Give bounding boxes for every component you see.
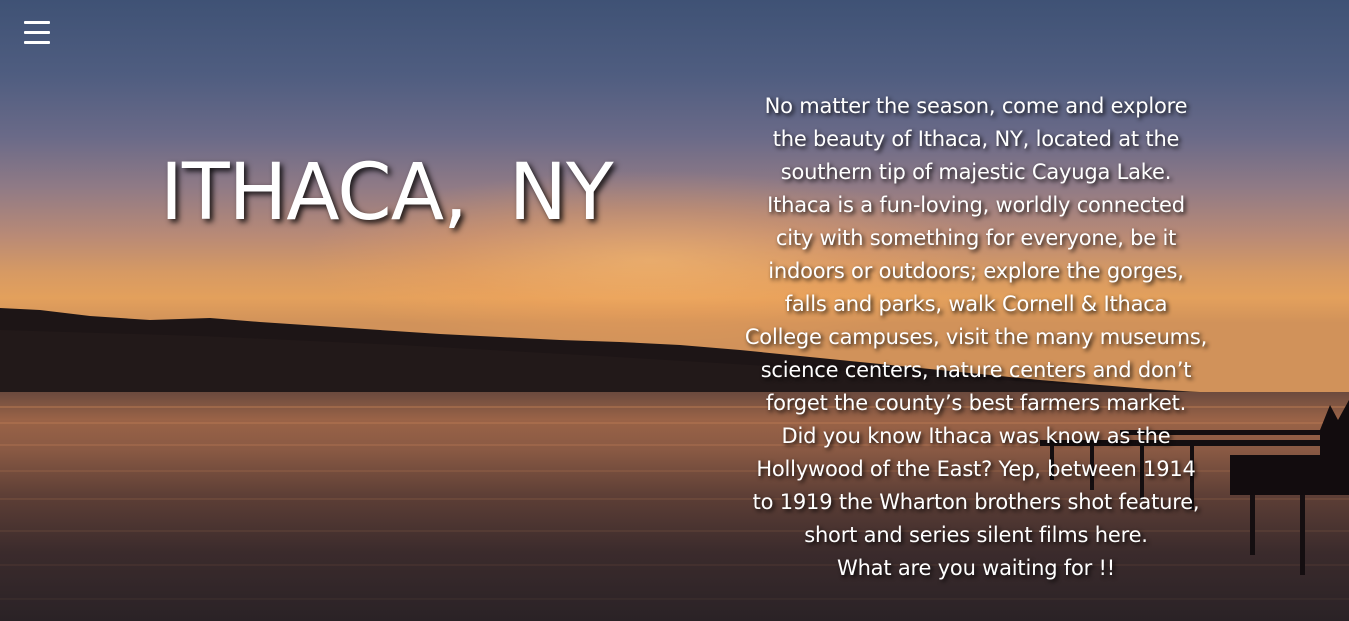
page-title: ITHACA, NY [160, 148, 614, 238]
intro-line: No matter the season, come and explore [764, 94, 1188, 118]
intro-line: What are you waiting for !! [837, 556, 1115, 580]
intro-line: Ithaca is a fun-loving, worldly connecte… [767, 193, 1185, 217]
intro-line: to 1919 the Wharton brothers shot featur… [752, 490, 1200, 514]
intro-line: falls and parks, walk Cornell & Ithaca [784, 292, 1168, 316]
intro-line: city with something for everyone, be it [775, 226, 1177, 250]
intro-line: the beauty of Ithaca, NY, located at the [772, 127, 1180, 151]
intro-line: College campuses, visit the many museums… [744, 325, 1208, 349]
intro-line: southern tip of majestic Cayuga Lake. [780, 160, 1172, 184]
intro-paragraph: No matter the season, come and explore t… [716, 90, 1236, 585]
menu-button[interactable] [22, 18, 52, 48]
intro-line: indoors or outdoors; explore the gorges, [768, 259, 1184, 283]
intro-line: science centers, nature centers and don’… [760, 358, 1192, 382]
intro-line: Hollywood of the East? Yep, between 1914 [756, 457, 1196, 481]
intro-line: forget the county’s best farmers market. [765, 391, 1187, 415]
hero-section: ITHACA, NY No matter the season, come an… [0, 0, 1349, 621]
intro-line: Did you know Ithaca was know as the [781, 424, 1171, 448]
intro-line: short and series silent films here. [804, 523, 1148, 547]
